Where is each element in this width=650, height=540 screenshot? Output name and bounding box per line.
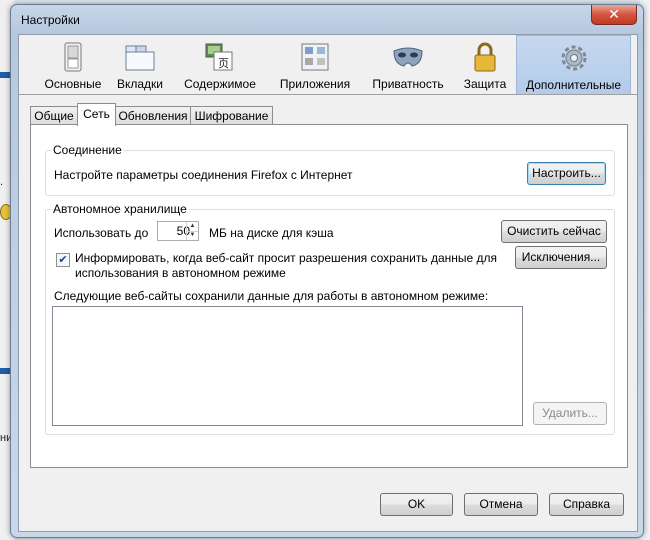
configure-connection-button[interactable]: Настроить... [527,162,606,185]
pane-label: Вкладки [116,77,164,91]
window-title: Настройки [21,13,80,27]
checkmark-icon: ✔ [58,254,68,266]
pane-label: Защита [463,77,507,91]
preferences-window: Настройки ✕ Основные Вкладки 页 Содержимо… [10,4,644,538]
switch-icon [64,42,82,72]
mask-icon [393,47,423,67]
tab-updates[interactable]: Обновления [115,106,191,125]
pane-privacy[interactable]: Приватность [367,35,449,93]
close-button[interactable]: ✕ [591,5,637,25]
cache-size-spinner[interactable]: ▲ ▼ [157,221,199,241]
pane-content[interactable]: 页 Содержимое [179,35,261,93]
remove-button[interactable]: Удалить... [533,402,607,425]
help-button[interactable]: Справка [549,493,624,516]
tab-network[interactable]: Сеть [77,103,116,126]
pane-general[interactable]: Основные [40,35,106,93]
tab-encryption[interactable]: Шифрование [190,106,273,125]
offline-sites-list[interactable] [52,306,523,426]
pane-advanced[interactable]: Дополнительные [516,35,631,95]
cache-unit-label: МБ на диске для кэша [209,226,334,240]
content-icon: 页 [205,43,233,71]
pane-label: Приватность [372,77,444,91]
notify-label-line2: использования в автономном режиме [75,266,286,280]
close-icon: ✕ [608,6,620,22]
dialog-client-area: Основные Вкладки 页 Содержимое Приложения… [18,34,638,532]
connection-description: Настройте параметры соединения Firefox с… [54,168,353,182]
pane-label: Основные [44,77,102,91]
notify-checkbox[interactable]: ✔ [56,253,70,267]
pane-toolbar: Основные Вкладки 页 Содержимое Приложения… [19,35,637,95]
gear-icon [561,45,586,71]
pane-label: Дополнительные [526,78,621,92]
pane-tabs[interactable]: Вкладки [114,35,166,93]
spinner-arrows: ▲ ▼ [186,222,198,240]
exceptions-button[interactable]: Исключения... [515,246,607,269]
pane-label: Приложения [279,77,351,91]
pane-security[interactable]: Защита [457,35,513,93]
use-up-to-label: Использовать до [54,226,149,240]
offline-storage-group-title: Автономное хранилище [51,202,189,216]
notify-label-line1: Информировать, когда веб-сайт просит раз… [75,251,498,265]
ok-button[interactable]: OK [380,493,453,516]
background-text: . [0,176,4,188]
svg-text:页: 页 [218,57,229,70]
lock-icon [474,42,496,72]
tabs-icon [125,45,155,71]
connection-group-title: Соединение [51,143,124,157]
clear-now-button[interactable]: Очистить сейчас [501,220,607,243]
cancel-button[interactable]: Отмена [464,493,538,516]
offline-sites-label: Следующие веб-сайты сохранили данные для… [54,289,489,303]
spin-down-icon[interactable]: ▼ [187,231,198,240]
network-tab-panel: Соединение Настройте параметры соединени… [30,124,628,468]
toolbar-separator [19,94,637,95]
pane-applications[interactable]: Приложения [273,35,357,93]
tab-general[interactable]: Общие [30,106,78,125]
pane-label: Содержимое [184,77,256,91]
applications-icon [301,43,329,71]
